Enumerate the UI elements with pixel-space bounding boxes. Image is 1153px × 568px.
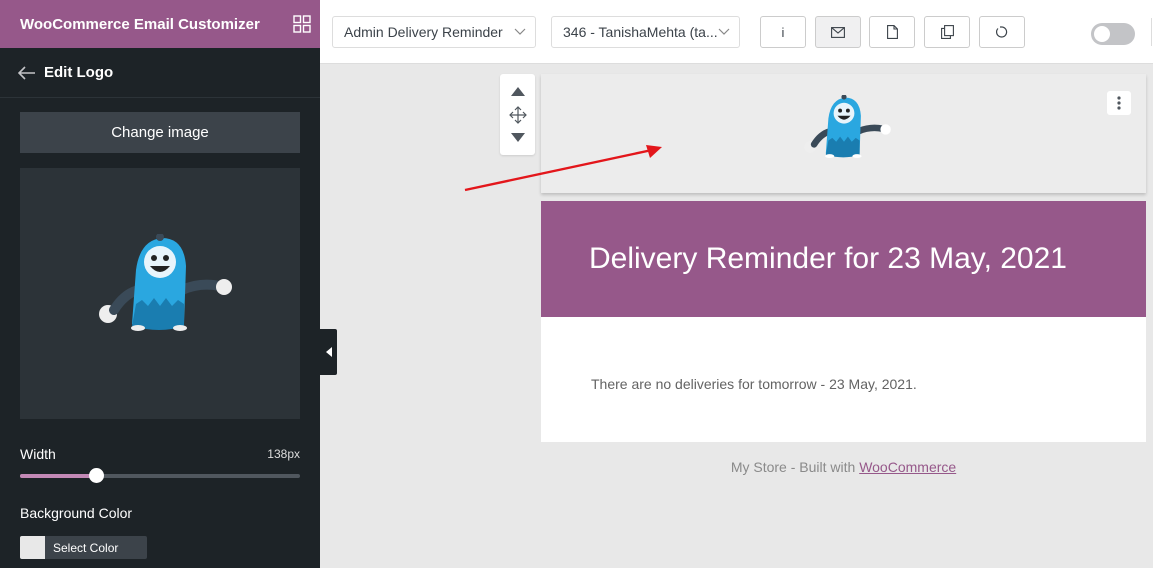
email-body-text: There are no deliveries for tomorrow - 2…: [591, 376, 917, 392]
panel-title: Edit Logo: [44, 64, 114, 81]
envelope-icon: [831, 26, 845, 38]
select-color-button[interactable]: Select Color: [20, 536, 147, 559]
info-button[interactable]: i: [760, 16, 806, 48]
logo-preview: [20, 168, 300, 419]
width-slider[interactable]: [20, 468, 300, 484]
caret-left-icon: [325, 347, 332, 357]
panel-bar: Edit Logo: [0, 48, 320, 98]
select-color-label: Select Color: [53, 540, 119, 555]
width-row: Width 138px: [20, 446, 300, 462]
grid-icon[interactable]: [293, 15, 311, 33]
reset-button[interactable]: [979, 16, 1025, 48]
email-type-value: Admin Delivery Reminder: [344, 24, 503, 40]
chevron-down-icon: [514, 28, 526, 35]
monster-logo-image: [803, 94, 891, 158]
app-title: WooCommerce Email Customizer: [20, 15, 260, 33]
collapse-sidebar-button[interactable]: [320, 329, 337, 375]
copy-icon: [940, 25, 954, 39]
toggle-knob: [1094, 26, 1110, 42]
monster-logo-image: [99, 233, 232, 331]
document-button[interactable]: [869, 16, 915, 48]
width-label: Width: [20, 446, 56, 462]
order-select[interactable]: 346 - TanishaMehta (ta...: [551, 16, 740, 48]
info-label: i: [781, 24, 785, 40]
sidebar-header: WooCommerce Email Customizer: [0, 0, 320, 48]
footer-woocommerce-link[interactable]: WooCommerce: [859, 459, 956, 475]
preview-toggle[interactable]: [1091, 23, 1135, 45]
email-type-select[interactable]: Admin Delivery Reminder: [332, 16, 536, 48]
triangle-up-icon[interactable]: [508, 83, 528, 101]
order-value: 346 - TanishaMehta (ta...: [563, 24, 718, 40]
copy-button[interactable]: [924, 16, 970, 48]
email-header-block[interactable]: Delivery Reminder for 23 May, 2021: [541, 201, 1146, 317]
customizer-sidebar: WooCommerce Email Customizer Edit Logo C…: [0, 0, 320, 568]
send-email-button[interactable]: [815, 16, 861, 48]
email-body-block[interactable]: There are no deliveries for tomorrow - 2…: [541, 317, 1146, 442]
footer-text: My Store - Built with: [730, 459, 860, 475]
vertical-dots-icon: [1117, 96, 1121, 110]
email-heading: Delivery Reminder for 23 May, 2021: [589, 242, 1067, 275]
email-logo-block[interactable]: [541, 74, 1146, 193]
width-value: 138px: [267, 447, 300, 461]
change-image-button[interactable]: Change image: [20, 112, 300, 153]
arrow-left-icon[interactable]: [18, 64, 36, 82]
color-swatch: [20, 536, 45, 559]
toolbar: Admin Delivery Reminder 346 - TanishaMeh…: [320, 0, 1153, 64]
triangle-down-icon[interactable]: [508, 129, 528, 147]
slider-fill: [20, 474, 96, 478]
block-move-controls: [500, 74, 535, 155]
move-arrows-icon[interactable]: [508, 105, 528, 124]
slider-thumb[interactable]: [88, 468, 104, 483]
toolbar-divider: [1151, 18, 1152, 46]
document-icon: [886, 25, 898, 39]
reset-icon: [995, 26, 1008, 38]
email-footer: My Store - Built with WooCommerce: [541, 459, 1146, 475]
block-more-button[interactable]: [1107, 91, 1131, 115]
background-color-label: Background Color: [20, 505, 133, 521]
chevron-down-icon: [718, 28, 730, 35]
